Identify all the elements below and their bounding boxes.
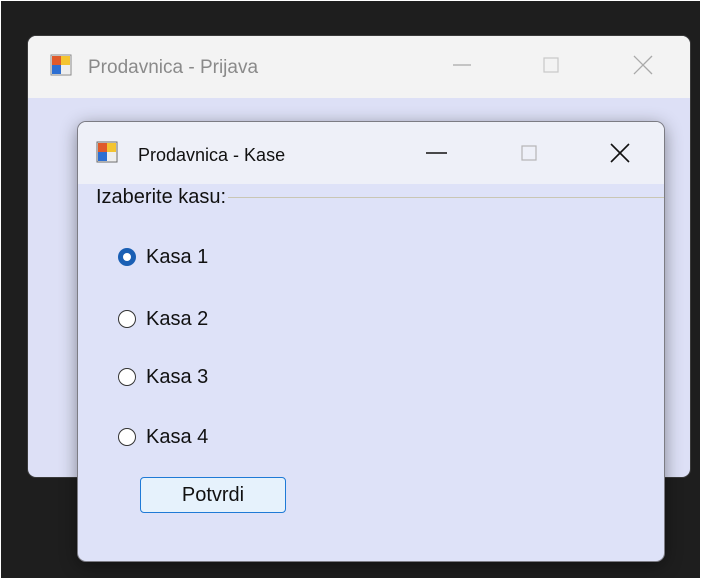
groupbox-label: Izaberite kasu: bbox=[96, 186, 229, 209]
app-window-icon bbox=[96, 141, 118, 163]
cash-register-dialog: Prodavnica - Kase Izaberite kasu: Kasa 1… bbox=[78, 122, 664, 561]
login-window-titlebar[interactable]: Prodavnica - Prijava bbox=[28, 36, 690, 98]
radio-label: Kasa 1 bbox=[146, 245, 209, 268]
minimize-icon[interactable] bbox=[447, 50, 477, 80]
app-window-icon bbox=[50, 54, 72, 76]
login-window-title: Prodavnica - Prijava bbox=[88, 57, 259, 78]
radio-label: Kasa 2 bbox=[146, 307, 209, 330]
maximize-icon[interactable] bbox=[509, 136, 549, 170]
radio-label: Kasa 3 bbox=[146, 365, 209, 388]
radio-kasa-3[interactable]: Kasa 3 bbox=[118, 362, 208, 392]
confirm-button[interactable]: Potvrdi bbox=[140, 477, 286, 513]
close-icon[interactable] bbox=[600, 136, 640, 170]
dialog-titlebar[interactable]: Prodavnica - Kase bbox=[78, 122, 664, 184]
dialog-title: Prodavnica - Kase bbox=[138, 145, 286, 165]
radio-button-icon[interactable] bbox=[118, 428, 136, 446]
radio-kasa-1[interactable]: Kasa 1 bbox=[118, 242, 208, 272]
close-icon[interactable] bbox=[628, 50, 658, 80]
radio-kasa-4[interactable]: Kasa 4 bbox=[118, 422, 208, 452]
minimize-icon[interactable] bbox=[417, 136, 457, 170]
maximize-icon[interactable] bbox=[536, 50, 566, 80]
radio-button-icon[interactable] bbox=[118, 310, 136, 328]
radio-button-icon[interactable] bbox=[118, 368, 136, 386]
radio-kasa-2[interactable]: Kasa 2 bbox=[118, 304, 208, 334]
radio-button-icon[interactable] bbox=[118, 248, 136, 266]
radio-label: Kasa 4 bbox=[146, 425, 209, 448]
